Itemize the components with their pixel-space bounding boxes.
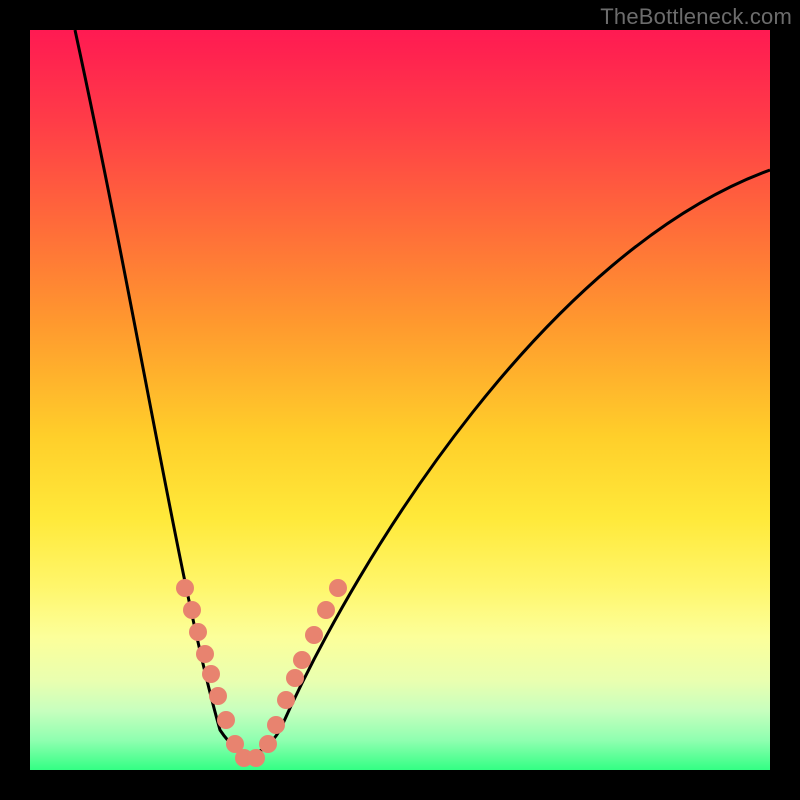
chart-area: [30, 30, 770, 770]
data-dot: [183, 601, 201, 619]
data-dot: [293, 651, 311, 669]
data-dot: [209, 687, 227, 705]
data-dot: [329, 579, 347, 597]
bottleneck-curve-plot: [30, 30, 770, 770]
data-dots: [176, 579, 347, 767]
data-dot: [286, 669, 304, 687]
data-dot: [202, 665, 220, 683]
data-dot: [176, 579, 194, 597]
watermark-text: TheBottleneck.com: [600, 4, 792, 30]
main-curve: [75, 30, 770, 753]
data-dot: [267, 716, 285, 734]
data-dot: [189, 623, 207, 641]
data-dot: [217, 711, 235, 729]
data-dot: [259, 735, 277, 753]
data-dot: [196, 645, 214, 663]
data-dot: [277, 691, 295, 709]
data-dot: [247, 749, 265, 767]
data-dot: [317, 601, 335, 619]
data-dot: [305, 626, 323, 644]
